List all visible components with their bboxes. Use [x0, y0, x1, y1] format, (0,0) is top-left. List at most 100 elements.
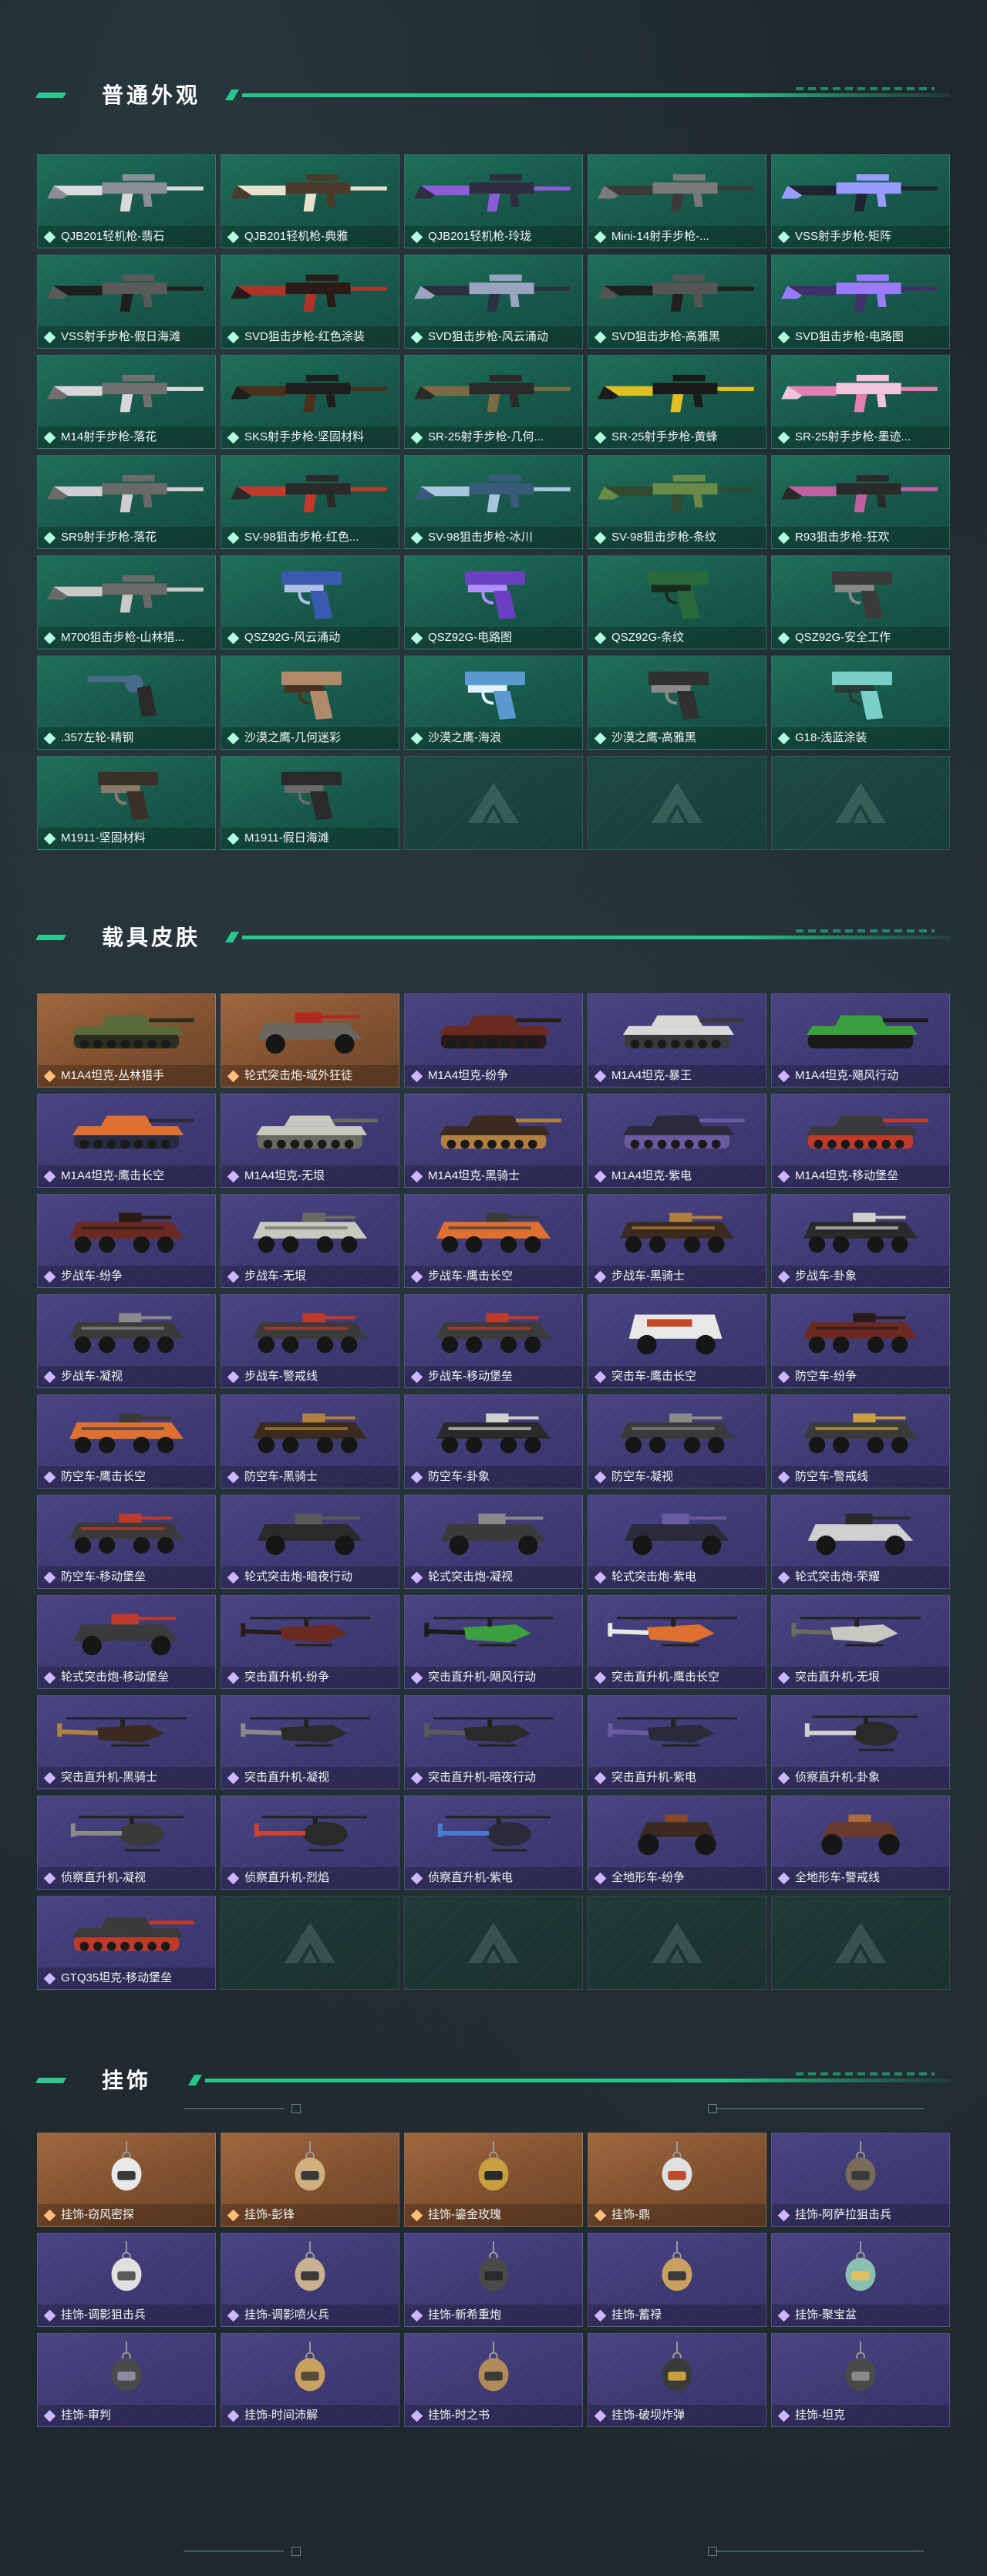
vehicle-skin-tile[interactable]: 轮式突击炮-凝视 — [404, 1495, 583, 1589]
vehicle-skin-tile[interactable]: 全地形车-警戒线 — [771, 1795, 950, 1890]
vehicle-skin-tile[interactable]: 步战车-无垠 — [221, 1194, 399, 1288]
weapon-skin-tile[interactable]: QJB201轻机枪-玲珑 — [404, 154, 583, 248]
weapon-skin-tile[interactable]: 沙漠之鹰-几何迷彩 — [221, 656, 399, 750]
vehicle-skin-tile[interactable]: 步战车-黑骑士 — [588, 1194, 766, 1288]
vehicle-skin-tile[interactable]: 突击直升机-鹰击长空 — [588, 1595, 766, 1689]
charm-skin-tile[interactable]: 挂饰-破坝炸弹 — [588, 2333, 766, 2427]
vehicle-skin-tile[interactable]: 突击直升机-紫电 — [588, 1695, 766, 1789]
weapon-skin-tile[interactable]: Mini-14射手步枪-... — [588, 154, 766, 248]
vehicle-skin-tile[interactable]: M1A4坦克-纷争 — [404, 993, 583, 1087]
charm-skin-tile[interactable]: 挂饰-窃风密探 — [37, 2133, 216, 2227]
vehicle-skin-tile[interactable]: M1A4坦克-黑骑士 — [404, 1094, 583, 1188]
placeholder-logo-icon — [650, 1921, 704, 1964]
weapon-skin-tile[interactable]: 沙漠之鹰-高雅黑 — [588, 656, 766, 750]
vehicle-skin-tile[interactable]: 突击直升机-凝视 — [221, 1695, 399, 1789]
weapon-skin-tile[interactable]: SV-98狙击步枪-红色... — [221, 455, 399, 549]
weapon-skin-tile[interactable]: SR-25射手步枪-黄蜂 — [588, 355, 766, 449]
charm-skin-tile[interactable]: 挂饰-审判 — [37, 2333, 216, 2427]
weapon-skin-tile[interactable]: R93狙击步枪-狂欢 — [771, 455, 950, 549]
rifle-skin-image — [45, 362, 207, 422]
vehicle-skin-tile[interactable]: 突击直升机-暗夜行动 — [404, 1695, 583, 1789]
vehicle-skin-tile[interactable]: 突击直升机-无垠 — [771, 1595, 950, 1689]
empty-slot — [771, 756, 950, 850]
vehicle-skin-tile[interactable]: 防空车-卦象 — [404, 1394, 583, 1489]
vehicle-skin-tile[interactable]: 侦察直升机-紫电 — [404, 1795, 583, 1890]
weapon-skin-tile[interactable]: SV-98狙击步枪-冰川 — [404, 455, 583, 549]
vehicle-skin-tile[interactable]: 防空车-凝视 — [588, 1394, 766, 1489]
vehicle-skin-tile[interactable]: GTQ35坦克-移动堡垒 — [37, 1896, 216, 1990]
vehicle-skin-tile[interactable]: 防空车-警戒线 — [771, 1394, 950, 1489]
charm-skin-tile[interactable]: 挂饰-阿萨拉狙击兵 — [771, 2133, 950, 2227]
vehicle-skin-tile[interactable]: 轮式突击炮-荣耀 — [771, 1495, 950, 1589]
charm-skin-tile[interactable]: 挂饰-聚宝盆 — [771, 2233, 950, 2327]
weapon-skin-tile[interactable]: SVD狙击步枪-红色涂装 — [221, 255, 399, 349]
vehicle-skin-tile[interactable]: 侦察直升机-卦象 — [771, 1695, 950, 1789]
weapon-skin-tile[interactable]: QJB201轻机枪-翡石 — [37, 154, 216, 248]
charm-skin-tile[interactable]: 挂饰-鎏金玫瑰 — [404, 2133, 583, 2227]
vehicle-skin-tile[interactable]: 防空车-纷争 — [771, 1294, 950, 1388]
skin-name-label: M1A4坦克-纷争 — [405, 1065, 582, 1087]
vehicle-skin-tile[interactable]: 步战车-卦象 — [771, 1194, 950, 1288]
vehicle-skin-tile[interactable]: M1A4坦克-无垠 — [221, 1094, 399, 1188]
charm-skin-tile[interactable]: 挂饰-鼎 — [588, 2133, 766, 2227]
weapon-skin-tile[interactable]: M14射手步枪-落花 — [37, 355, 216, 449]
weapon-skin-tile[interactable]: QJB201轻机枪-典雅 — [221, 154, 399, 248]
vehicle-skin-tile[interactable]: 步战车-纷争 — [37, 1194, 216, 1288]
charm-skin-tile[interactable]: 挂饰-蓄禄 — [588, 2233, 766, 2327]
weapon-skin-tile[interactable]: SR-25射手步枪-墨迹... — [771, 355, 950, 449]
vehicle-skin-tile[interactable]: M1A4坦克-鹰击长空 — [37, 1094, 216, 1188]
vehicle-skin-tile[interactable]: 步战车-警戒线 — [221, 1294, 399, 1388]
vehicle-skin-tile[interactable]: 突击车-鹰击长空 — [588, 1294, 766, 1388]
vehicle-skin-tile[interactable]: M1A4坦克-紫电 — [588, 1094, 766, 1188]
weapon-skin-tile[interactable]: SKS射手步枪-坚固材料 — [221, 355, 399, 449]
vehicle-skin-tile[interactable]: 侦察直升机-凝视 — [37, 1795, 216, 1890]
charm-skin-tile[interactable]: 挂饰-调影喷火兵 — [221, 2233, 399, 2327]
charm-skin-tile[interactable]: 挂饰-坦克 — [771, 2333, 950, 2427]
vehicle-skin-tile[interactable]: 突击直升机-纷争 — [221, 1595, 399, 1689]
weapon-skin-tile[interactable]: SVD狙击步枪-电路图 — [771, 255, 950, 349]
weapon-skin-tile[interactable]: M1911-假日海滩 — [221, 756, 399, 850]
vehicle-skin-tile[interactable]: 全地形车-纷争 — [588, 1795, 766, 1890]
weapon-skin-tile[interactable]: QSZ92G-安全工作 — [771, 555, 950, 649]
weapon-skin-tile[interactable]: SR9射手步枪-落花 — [37, 455, 216, 549]
weapon-skin-tile[interactable]: VSS射手步枪-矩阵 — [771, 154, 950, 248]
weapon-skin-tile[interactable]: SR-25射手步枪-几何... — [404, 355, 583, 449]
weapon-skin-tile[interactable]: M1911-坚固材料 — [37, 756, 216, 850]
vehicle-skin-tile[interactable]: 突击直升机-黑骑士 — [37, 1695, 216, 1789]
vehicle-skin-tile[interactable]: 轮式突击炮-移动堡垒 — [37, 1595, 216, 1689]
vehicle-skin-tile[interactable]: 轮式突击炮-紫电 — [588, 1495, 766, 1589]
charm-skin-tile[interactable]: 挂饰-时之书 — [404, 2333, 583, 2427]
weapon-skin-tile[interactable]: SV-98狙击步枪-条纹 — [588, 455, 766, 549]
vehicle-skin-tile[interactable]: 突击直升机-飓风行动 — [404, 1595, 583, 1689]
pistol-skin-image — [413, 562, 574, 622]
weapon-skin-tile[interactable]: .357左轮-精钢 — [37, 656, 216, 750]
vehicle-skin-tile[interactable]: 侦察直升机-烈焰 — [221, 1795, 399, 1890]
charm-skin-tile[interactable]: 挂饰-新希重炮 — [404, 2233, 583, 2327]
vehicle-skin-tile[interactable]: 步战车-凝视 — [37, 1294, 216, 1388]
weapon-skin-tile[interactable]: QSZ92G-电路图 — [404, 555, 583, 649]
vehicle-skin-tile[interactable]: 步战车-鹰击长空 — [404, 1194, 583, 1288]
weapon-skin-tile[interactable]: SVD狙击步枪-高雅黑 — [588, 255, 766, 349]
charm-skin-tile[interactable]: 挂饰-彭锋 — [221, 2133, 399, 2227]
vehicle-skin-tile[interactable]: 步战车-移动堡垒 — [404, 1294, 583, 1388]
vehicle-skin-tile[interactable]: M1A4坦克-移动堡垒 — [771, 1094, 950, 1188]
vehicle-skin-tile[interactable]: M1A4坦克-丛林猎手 — [37, 993, 216, 1087]
weapon-skin-tile[interactable]: M700狙击步枪-山林猎... — [37, 555, 216, 649]
weapon-skin-tile[interactable]: G18-浅蓝涂装 — [771, 656, 950, 750]
tank-skin-image — [780, 1101, 942, 1161]
charm-skin-tile[interactable]: 挂饰-时间沛解 — [221, 2333, 399, 2427]
vehicle-skin-tile[interactable]: 防空车-移动堡垒 — [37, 1495, 216, 1589]
weapon-skin-tile[interactable]: 沙漠之鹰-海浪 — [404, 656, 583, 750]
vehicle-skin-tile[interactable]: M1A4坦克-暴王 — [588, 993, 766, 1087]
weapon-skin-tile[interactable]: QSZ92G-条纹 — [588, 555, 766, 649]
weapon-skin-tile[interactable]: QSZ92G-风云涌动 — [221, 555, 399, 649]
weapon-skin-tile[interactable]: VSS射手步枪-假日海滩 — [37, 255, 216, 349]
skin-name-label: SR-25射手步枪-几何... — [405, 427, 582, 448]
vehicle-skin-tile[interactable]: 防空车-鹰击长空 — [37, 1394, 216, 1489]
vehicle-skin-tile[interactable]: M1A4坦克-飓风行动 — [771, 993, 950, 1087]
vehicle-skin-tile[interactable]: 防空车-黑骑士 — [221, 1394, 399, 1489]
vehicle-skin-tile[interactable]: 轮式突击炮-暗夜行动 — [221, 1495, 399, 1589]
weapon-skin-tile[interactable]: SVD狙击步枪-风云涌动 — [404, 255, 583, 349]
vehicle-skin-tile[interactable]: 轮式突击炮-域外狂徒 — [221, 993, 399, 1087]
charm-skin-tile[interactable]: 挂饰-调影狙击兵 — [37, 2233, 216, 2327]
